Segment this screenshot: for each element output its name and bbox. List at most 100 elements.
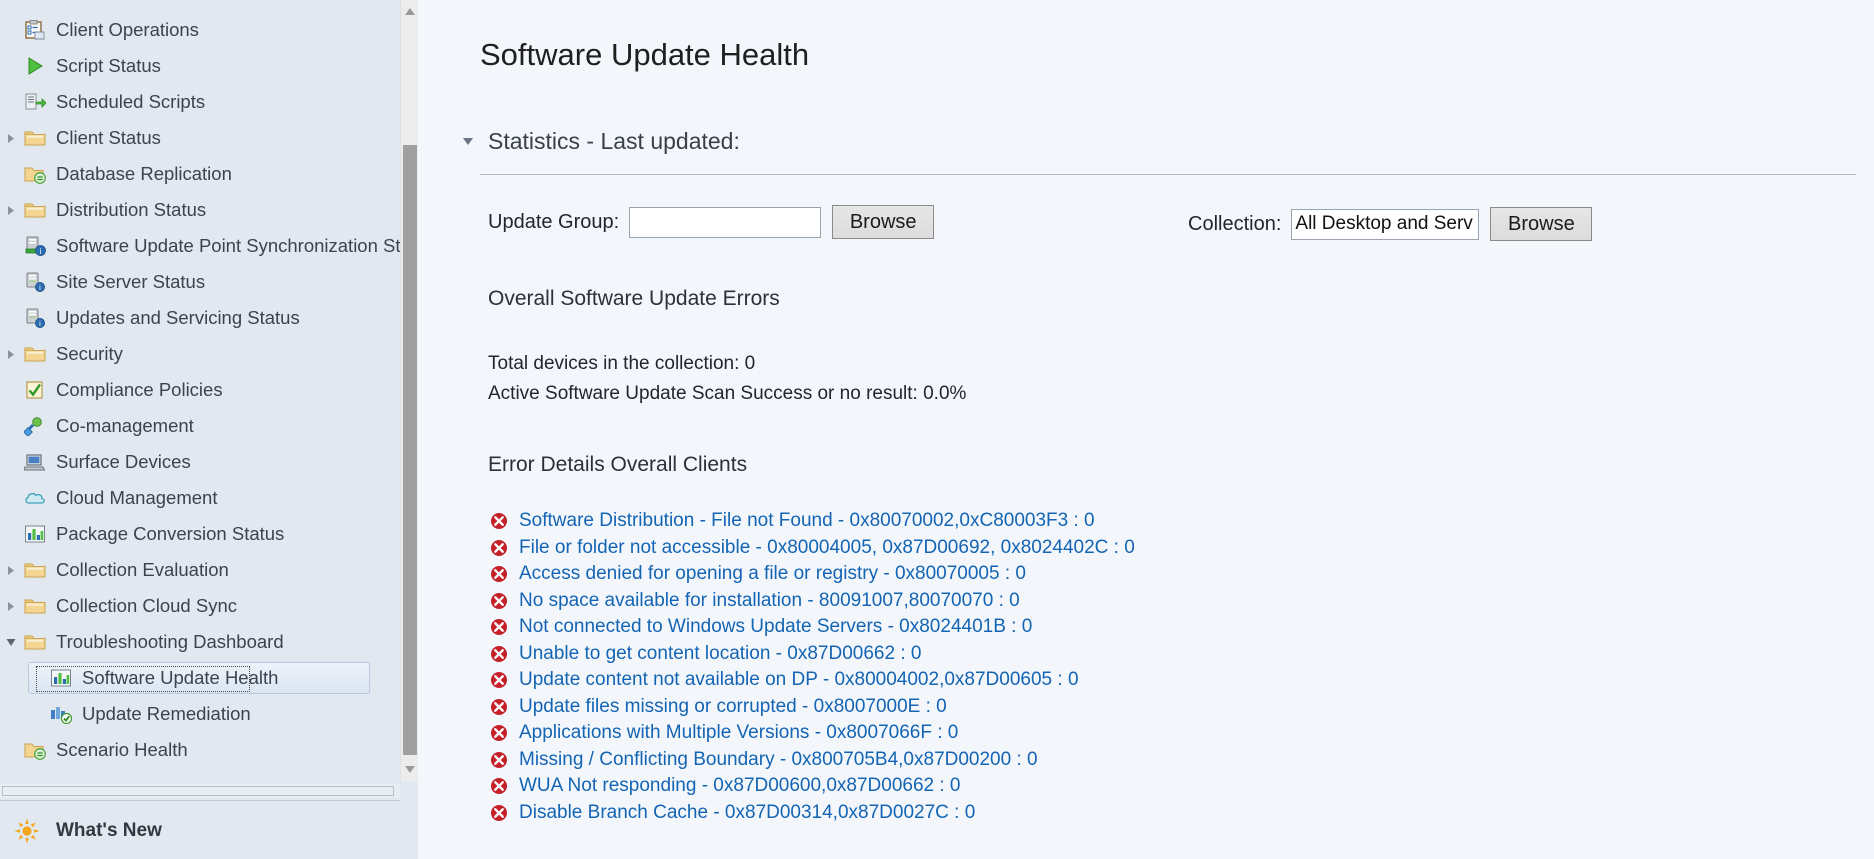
folder-icon: [22, 595, 48, 617]
sidebar-item-label: Collection Evaluation: [56, 558, 229, 580]
error-link[interactable]: No space available for installation - 80…: [519, 590, 1020, 612]
error-badge-icon: [488, 698, 510, 716]
sidebar-item-label: Co-management: [56, 414, 194, 436]
sidebar-item-security[interactable]: Security: [0, 336, 400, 372]
sidebar-item-cloud-management[interactable]: Cloud Management: [0, 480, 400, 516]
sidebar-item-label: Surface Devices: [56, 450, 191, 472]
scroll-down-arrow-icon[interactable]: [401, 760, 418, 778]
sunburst-icon: [12, 818, 42, 844]
database-replication-icon: [22, 163, 48, 185]
clipboard-tasks-icon: [22, 19, 48, 41]
error-link[interactable]: WUA Not responding - 0x87D00600,0x87D006…: [519, 775, 961, 797]
sidebar-vertical-scrollbar[interactable]: [400, 0, 418, 782]
error-link[interactable]: Update files missing or corrupted - 0x80…: [519, 696, 947, 718]
chevron-right-icon[interactable]: [0, 205, 22, 216]
sidebar-item-collection-evaluation[interactable]: Collection Evaluation: [0, 552, 400, 588]
chevron-right-icon[interactable]: [0, 565, 22, 576]
update-group-label: Update Group:: [488, 210, 620, 233]
error-list-item[interactable]: Access denied for opening a file or regi…: [488, 561, 1135, 588]
scroll-up-arrow-icon[interactable]: [401, 2, 418, 20]
sidebar-item-surface-devices[interactable]: Surface Devices: [0, 444, 400, 480]
sidebar-item-database-replication[interactable]: Database Replication: [0, 156, 400, 192]
error-list-item[interactable]: Unable to get content location - 0x87D00…: [488, 641, 1135, 668]
navigation-sidebar: Client Operations Script Status Scheduled …: [0, 0, 418, 859]
folder-icon: [22, 199, 48, 221]
sidebar-item-collection-cloud-sync[interactable]: Collection Cloud Sync: [0, 588, 400, 624]
collection-input[interactable]: [1291, 208, 1480, 240]
error-list-item[interactable]: Missing / Conflicting Boundary - 0x80070…: [488, 747, 1135, 774]
error-list-item[interactable]: Applications with Multiple Versions - 0x…: [488, 720, 1135, 747]
sidebar-scrollbar-thumb[interactable]: [403, 145, 417, 755]
collection-label: Collection:: [1188, 212, 1282, 235]
error-badge-icon: [488, 671, 510, 689]
sidebar-item-software-update-point-synchronization-sta[interactable]: i Software Update Point Synchronization S…: [0, 228, 400, 264]
error-link[interactable]: File or folder not accessible - 0x800040…: [519, 537, 1135, 559]
sidebar-item-label: Client Status: [56, 126, 161, 148]
error-link[interactable]: Missing / Conflicting Boundary - 0x80070…: [519, 749, 1038, 771]
sidebar-item-troubleshooting-dashboard[interactable]: Troubleshooting Dashboard: [0, 624, 400, 660]
statistics-section-label: Statistics - Last updated:: [488, 128, 740, 154]
sidebar-item-label: Scheduled Scripts: [56, 90, 206, 112]
error-link[interactable]: Not connected to Windows Update Servers …: [519, 616, 1032, 638]
sidebar-item-label: Troubleshooting Dashboard: [56, 630, 284, 652]
sidebar-item-client-operations[interactable]: Client Operations: [0, 12, 400, 48]
sidebar-item-label: Cloud Management: [56, 486, 218, 508]
error-list-item[interactable]: File or folder not accessible - 0x800040…: [488, 535, 1135, 562]
error-link[interactable]: Software Distribution - File not Found -…: [519, 510, 1095, 532]
sidebar-item-package-conversion-status[interactable]: Package Conversion Status: [0, 516, 400, 552]
statistics-section-header[interactable]: Statistics - Last updated:: [463, 128, 740, 155]
folder-icon: [22, 343, 48, 365]
sidebar-item-label: Scenario Health: [56, 738, 188, 760]
sidebar-item-whats-new[interactable]: What's New: [0, 806, 400, 856]
sidebar-horizontal-scrollbar-thumb[interactable]: [2, 786, 394, 796]
error-badge-icon: [488, 512, 510, 530]
error-link[interactable]: Disable Branch Cache - 0x87D00314,0x87D0…: [519, 802, 975, 824]
sidebar-item-label: Update Remediation: [82, 702, 251, 724]
sidebar-item-distribution-status[interactable]: Distribution Status: [0, 192, 400, 228]
sidebar-item-updates-and-servicing-status[interactable]: i Updates and Servicing Status: [0, 300, 400, 336]
overall-errors-heading: Overall Software Update Errors: [488, 287, 780, 310]
error-link[interactable]: Access denied for opening a file or regi…: [519, 563, 1026, 585]
error-list-item[interactable]: No space available for installation - 80…: [488, 588, 1135, 615]
sidebar-item-scheduled-scripts[interactable]: Scheduled Scripts: [0, 84, 400, 120]
chevron-down-icon[interactable]: [0, 638, 22, 647]
folder-icon: [22, 631, 48, 653]
sidebar-item-label: Distribution Status: [56, 198, 207, 220]
error-list-item[interactable]: Update files missing or corrupted - 0x80…: [488, 694, 1135, 721]
error-list-item[interactable]: Update content not available on DP - 0x8…: [488, 667, 1135, 694]
chevron-right-icon[interactable]: [0, 349, 22, 360]
sidebar-bottom-nav: What's New: [0, 806, 400, 859]
filter-form-row: Update Group: Browse Collection: Browse: [418, 205, 1874, 245]
sidebar-horizontal-scrollbar[interactable]: [0, 784, 400, 798]
sidebar-item-label: Script Status: [56, 54, 161, 76]
collection-browse-button[interactable]: Browse: [1490, 207, 1593, 241]
error-badge-icon: [488, 618, 510, 636]
error-list-item[interactable]: Not connected to Windows Update Servers …: [488, 614, 1135, 641]
chevron-right-icon[interactable]: [0, 133, 22, 144]
error-list-item[interactable]: WUA Not responding - 0x87D00600,0x87D006…: [488, 773, 1135, 800]
update-group-browse-button[interactable]: Browse: [832, 205, 935, 239]
sidebar-item-site-server-status[interactable]: i Site Server Status: [0, 264, 400, 300]
sidebar-item-label: Package Conversion Status: [56, 522, 285, 544]
sidebar-item-label: Compliance Policies: [56, 378, 223, 400]
error-link[interactable]: Unable to get content location - 0x87D00…: [519, 643, 921, 665]
update-group-input[interactable]: [629, 206, 822, 238]
sidebar-item-update-remediation[interactable]: Update Remediation: [0, 696, 400, 732]
compliance-check-icon: [22, 379, 48, 401]
collapse-triangle-icon[interactable]: [463, 137, 474, 146]
error-list-item[interactable]: Disable Branch Cache - 0x87D00314,0x87D0…: [488, 800, 1135, 827]
sidebar-item-software-update-health[interactable]: Software Update Health: [0, 660, 400, 696]
sidebar-item-label: What's New: [56, 820, 162, 841]
chevron-right-icon[interactable]: [0, 601, 22, 612]
sidebar-item-scenario-health[interactable]: Scenario Health: [0, 732, 400, 768]
sidebar-tree[interactable]: Client Operations Script Status Scheduled …: [0, 0, 400, 780]
scheduled-script-icon: [22, 91, 48, 113]
error-link[interactable]: Applications with Multiple Versions - 0x…: [519, 722, 958, 744]
sidebar-item-compliance-policies[interactable]: Compliance Policies: [0, 372, 400, 408]
error-list-item[interactable]: Software Distribution - File not Found -…: [488, 508, 1135, 535]
error-link[interactable]: Update content not available on DP - 0x8…: [519, 669, 1079, 691]
sidebar-item-script-status[interactable]: Script Status: [0, 48, 400, 84]
sidebar-item-client-status[interactable]: Client Status: [0, 120, 400, 156]
svg-text:i: i: [40, 247, 42, 256]
sidebar-item-co-management[interactable]: Co-management: [0, 408, 400, 444]
